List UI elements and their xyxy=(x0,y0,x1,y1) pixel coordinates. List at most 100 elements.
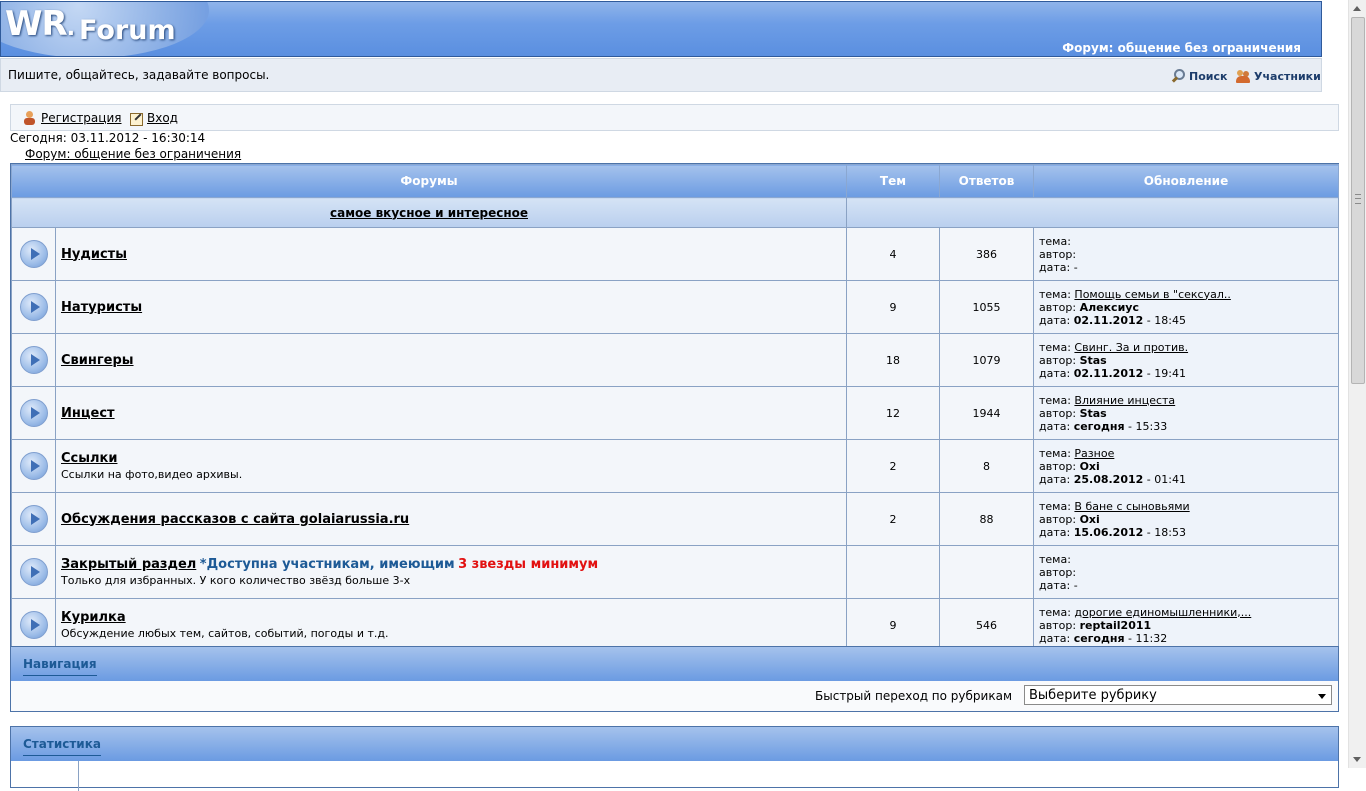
col-header-updates: Обновление xyxy=(1033,164,1339,198)
forum-replies-count: 1944 xyxy=(939,386,1034,440)
update-author-label: автор: xyxy=(1039,353,1077,367)
forum-replies-count xyxy=(939,545,1034,599)
navigation-body: Быстрый переход по рубрикам Выберите руб… xyxy=(11,681,1338,711)
navigation-title[interactable]: Навигация xyxy=(23,657,97,676)
forums-table-container: Форумы Тем Ответов Обновление самое вкус… xyxy=(10,163,1339,653)
forum-name-link[interactable]: Курилка xyxy=(61,610,126,625)
search-link[interactable]: Поиск xyxy=(1171,69,1227,83)
update-date-label: дата: xyxy=(1039,578,1071,592)
forum-name-link[interactable]: Обсуждения рассказов с сайта golaiarussi… xyxy=(61,512,409,527)
update-topic-line: тема: Свинг. За и против. xyxy=(1039,341,1337,354)
last-time: - 11:32 xyxy=(1124,631,1168,645)
update-topic-line: тема: В бане с сыновьями xyxy=(1039,500,1337,513)
members-label: Участники xyxy=(1254,69,1321,83)
forum-name-cell: Натуристы xyxy=(55,280,847,334)
logo-wr: WR xyxy=(5,4,68,44)
register-link[interactable]: Регистрация xyxy=(23,111,121,125)
statistics-title[interactable]: Статистика xyxy=(23,737,101,756)
category-jump-select[interactable]: Выберите рубрику xyxy=(1024,685,1332,705)
update-date-line: дата: 25.08.2012 - 01:41 xyxy=(1039,473,1337,486)
site-logo[interactable]: WR. Forum xyxy=(5,4,176,46)
forum-name-cell: Закрытый раздел *Доступна участникам, им… xyxy=(55,545,847,599)
forum-row: Инцест 12 1944 тема: Влияние инцеста автор: … xyxy=(11,386,1339,440)
forum-arrow-icon[interactable] xyxy=(19,558,48,586)
forum-name-link[interactable]: Свингеры xyxy=(61,353,134,368)
last-author: Stas xyxy=(1079,406,1107,420)
update-topic-line: тема: Влияние инцеста xyxy=(1039,394,1337,407)
forum-name-link[interactable]: Инцест xyxy=(61,406,115,421)
update-author-label: автор: xyxy=(1039,565,1077,579)
scrollbar-thumb[interactable] xyxy=(1351,17,1365,384)
update-author-label: автор: xyxy=(1039,459,1077,473)
last-time: - 15:33 xyxy=(1124,419,1168,433)
update-date-label: дата: xyxy=(1039,631,1071,645)
forum-name-cell: Нудисты xyxy=(55,227,847,281)
update-author-line: автор: xyxy=(1039,248,1337,261)
forum-last-update: тема: дорогие единомышленники,... автор: … xyxy=(1033,598,1339,652)
breadcrumb-forum-link[interactable]: Форум: общение без ограничения xyxy=(25,147,241,161)
forums-header-row: Форумы Тем Ответов Обновление xyxy=(11,164,1339,198)
forum-arrow-icon[interactable] xyxy=(19,293,48,321)
forum-arrow-icon[interactable] xyxy=(19,240,48,268)
update-author-label: автор: xyxy=(1039,618,1077,632)
forum-icon-cell xyxy=(11,280,56,334)
forum-replies-count: 1079 xyxy=(939,333,1034,387)
forum-last-update: тема: Помощь семьи в "сексуал.. автор: Ал… xyxy=(1033,280,1339,334)
scroll-up-arrow-icon[interactable] xyxy=(1353,6,1361,11)
jump-select-value: Выберите рубрику xyxy=(1029,688,1157,703)
update-date-label: дата: xyxy=(1039,313,1071,327)
forum-last-update: тема: автор: дата: - xyxy=(1033,227,1339,281)
forum-description: Только для избранных. У кого количество … xyxy=(61,574,411,587)
update-date-line: дата: сегодня - 15:33 xyxy=(1039,420,1337,433)
update-date-line: дата: сегодня - 11:32 xyxy=(1039,632,1337,645)
update-author-line: автор: Stas xyxy=(1039,407,1337,420)
login-icon xyxy=(129,111,143,126)
last-topic-link[interactable]: Разное xyxy=(1074,447,1114,460)
col-header-replies: Ответов xyxy=(939,164,1034,198)
navigation-section: Навигация Быстрый переход по рубрикам Вы… xyxy=(10,646,1339,712)
forum-name-link[interactable]: Ссылки xyxy=(61,451,117,466)
last-time: - 01:41 xyxy=(1143,472,1186,486)
forum-name-link[interactable]: Закрытый раздел xyxy=(61,557,196,572)
update-date-label: дата: xyxy=(1039,472,1071,486)
forum-topics-count: 2 xyxy=(846,439,940,493)
members-link[interactable]: Участники xyxy=(1236,69,1321,83)
login-link[interactable]: Вход xyxy=(129,111,178,126)
statistics-section: Статистика xyxy=(10,726,1339,791)
forum-name-cell: Ссылки Ссылки на фото,видео архивы. xyxy=(55,439,847,493)
forum-arrow-icon[interactable] xyxy=(19,505,48,533)
forum-arrow-icon[interactable] xyxy=(19,346,48,374)
forum-arrow-icon[interactable] xyxy=(19,611,48,639)
forum-icon-cell xyxy=(11,439,56,493)
update-date-label: дата: xyxy=(1039,525,1071,539)
update-author-label: автор: xyxy=(1039,406,1077,420)
last-topic-link[interactable]: В бане с сыновьями xyxy=(1074,500,1189,513)
last-topic-link[interactable]: Влияние инцеста xyxy=(1074,394,1175,407)
scroll-down-arrow-icon[interactable] xyxy=(1353,757,1361,762)
last-date: сегодня xyxy=(1073,419,1125,433)
forum-name-link[interactable]: Нудисты xyxy=(61,247,127,262)
last-author: Stas xyxy=(1079,353,1107,367)
last-topic-link[interactable]: дорогие единомышленники,... xyxy=(1074,606,1251,619)
forum-name-cell: Курилка Обсуждение любых тем, сайтов, соб… xyxy=(55,598,847,652)
last-author: reptail2011 xyxy=(1079,618,1152,632)
search-label: Поиск xyxy=(1189,69,1228,83)
header-subtitle: Форум: общение без ограничения xyxy=(1062,41,1301,55)
forum-row: Курилка Обсуждение любых тем, сайтов, соб… xyxy=(11,598,1339,652)
forum-icon-cell xyxy=(11,333,56,387)
vertical-scrollbar[interactable] xyxy=(1348,0,1366,768)
forum-name-link[interactable]: Натуристы xyxy=(61,300,142,315)
update-author-line: автор: Stas xyxy=(1039,354,1337,367)
category-link[interactable]: самое вкусное и интересное xyxy=(330,206,528,220)
update-date-line: дата: 15.06.2012 - 18:53 xyxy=(1039,526,1337,539)
forum-icon-cell xyxy=(11,598,56,652)
last-topic-link[interactable]: Помощь семьи в "сексуал.. xyxy=(1074,288,1230,301)
last-topic-link[interactable]: Свинг. За и против. xyxy=(1074,341,1188,354)
last-time: - 18:45 xyxy=(1143,313,1186,327)
update-author-line: автор: Oxi xyxy=(1039,513,1337,526)
forum-arrow-icon[interactable] xyxy=(19,452,48,480)
last-author: Алексиус xyxy=(1079,300,1139,314)
tagline-bar: Пишите, общайтесь, задавайте вопросы. По… xyxy=(0,58,1322,92)
forum-icon-cell xyxy=(11,545,56,599)
forum-arrow-icon[interactable] xyxy=(19,399,48,427)
